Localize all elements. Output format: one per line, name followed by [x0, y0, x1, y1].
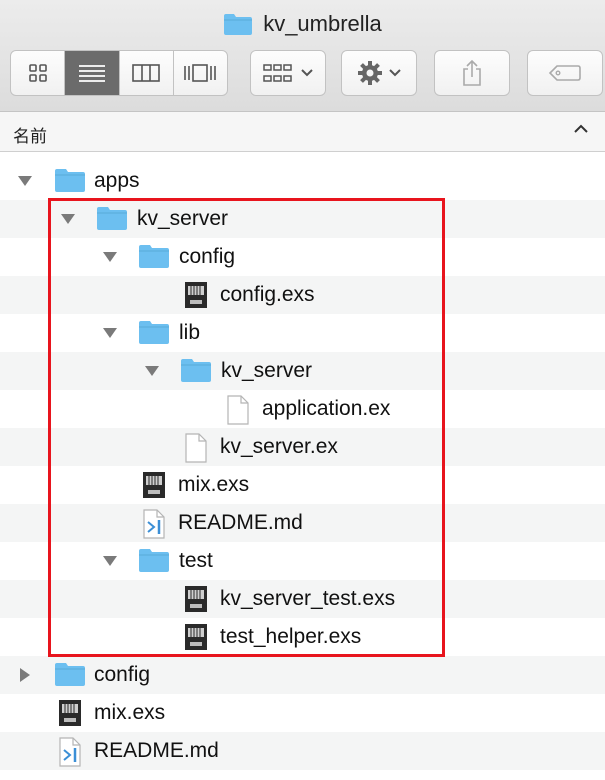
icon-view-button[interactable] [11, 51, 66, 95]
coverflow-view-button[interactable] [174, 51, 227, 95]
list-item[interactable]: kv_server [0, 200, 605, 238]
disclosure-triangle-collapsed-icon[interactable] [19, 667, 31, 683]
folder-icon [139, 245, 169, 268]
list-item[interactable]: config [0, 656, 605, 694]
list-item[interactable]: kv_server_test.exs [0, 580, 605, 618]
toolbar: kv_umbrella [0, 0, 605, 112]
name-column-label: 名前 [13, 127, 47, 146]
list-view-icon [78, 65, 105, 82]
list-item-label: kv_server [221, 359, 313, 382]
list-item-label: config.exs [220, 283, 315, 306]
coverflow-view-icon [184, 64, 217, 82]
disclosure-triangle-expanded-icon[interactable] [102, 251, 118, 263]
disclosure-triangle-expanded-icon[interactable] [17, 175, 33, 187]
view-switcher [10, 50, 228, 96]
list-item[interactable]: mix.exs [0, 466, 605, 504]
list-item[interactable]: test [0, 542, 605, 580]
folder-icon [55, 169, 85, 192]
list-item[interactable]: mix.exs [0, 694, 605, 732]
list-item-label: mix.exs [94, 701, 166, 724]
exs-file-icon [185, 282, 207, 308]
exs-file-icon [143, 472, 165, 498]
list-item[interactable]: application.ex [0, 390, 605, 428]
folder-icon [97, 207, 127, 230]
list-item-label: lib [179, 321, 201, 344]
vscode-file-icon [143, 509, 165, 539]
disclosure-triangle-expanded-icon[interactable] [102, 555, 118, 567]
document-icon [227, 395, 249, 425]
folder-icon [139, 549, 169, 572]
column-header[interactable]: 名前 [0, 112, 605, 152]
list-item[interactable]: lib [0, 314, 605, 352]
list-item-label: kv_server_test.exs [220, 587, 396, 610]
list-item-label: test [179, 549, 213, 572]
gear-icon [358, 61, 382, 85]
list-item[interactable]: config [0, 238, 605, 276]
list-item-label: apps [94, 169, 140, 192]
column-view-button[interactable] [120, 51, 174, 95]
list-view-button[interactable] [65, 51, 120, 95]
list-item-label: application.ex [262, 397, 391, 420]
list-item-label: kv_server [137, 207, 229, 230]
list-item-label: README.md [94, 739, 219, 762]
folder-icon [181, 359, 211, 382]
list-item-label: config [179, 245, 236, 268]
folder-icon [224, 14, 253, 35]
window-title-text: kv_umbrella [263, 11, 382, 36]
list-item-label: config [94, 663, 151, 686]
list-item-label: mix.exs [178, 473, 250, 496]
disclosure-triangle-expanded-icon[interactable] [144, 365, 160, 377]
list-item[interactable]: README.md [0, 504, 605, 542]
window-title: kv_umbrella [0, 10, 605, 38]
list-item[interactable]: test_helper.exs [0, 618, 605, 656]
share-icon [463, 59, 481, 86]
arrange-grid-icon [263, 64, 292, 82]
icon-view-icon [28, 64, 47, 82]
action-button[interactable] [341, 50, 417, 96]
folder-icon [55, 663, 85, 686]
disclosure-triangle-expanded-icon[interactable] [60, 213, 76, 225]
folder-icon [139, 321, 169, 344]
vscode-file-icon [59, 737, 81, 767]
list-item-label: README.md [178, 511, 303, 534]
tag-icon [548, 65, 581, 81]
list-item[interactable]: README.md [0, 732, 605, 770]
chevron-down-icon [301, 69, 313, 77]
list-item[interactable]: kv_server.ex [0, 428, 605, 466]
share-button[interactable] [434, 50, 510, 96]
chevron-down-icon [389, 69, 401, 77]
disclosure-triangle-expanded-icon[interactable] [102, 327, 118, 339]
chevron-up-icon[interactable] [573, 122, 589, 136]
tag-button[interactable] [527, 50, 603, 96]
list-item-label: kv_server.ex [220, 435, 338, 458]
exs-file-icon [185, 624, 207, 650]
column-view-icon [132, 64, 160, 82]
list-item-label: test_helper.exs [220, 625, 362, 648]
list-item[interactable]: config.exs [0, 276, 605, 314]
list-item[interactable]: apps [0, 162, 605, 200]
arrange-button[interactable] [250, 50, 326, 96]
exs-file-icon [185, 586, 207, 612]
exs-file-icon [59, 700, 81, 726]
document-icon [185, 433, 207, 463]
list-item[interactable]: kv_server [0, 352, 605, 390]
